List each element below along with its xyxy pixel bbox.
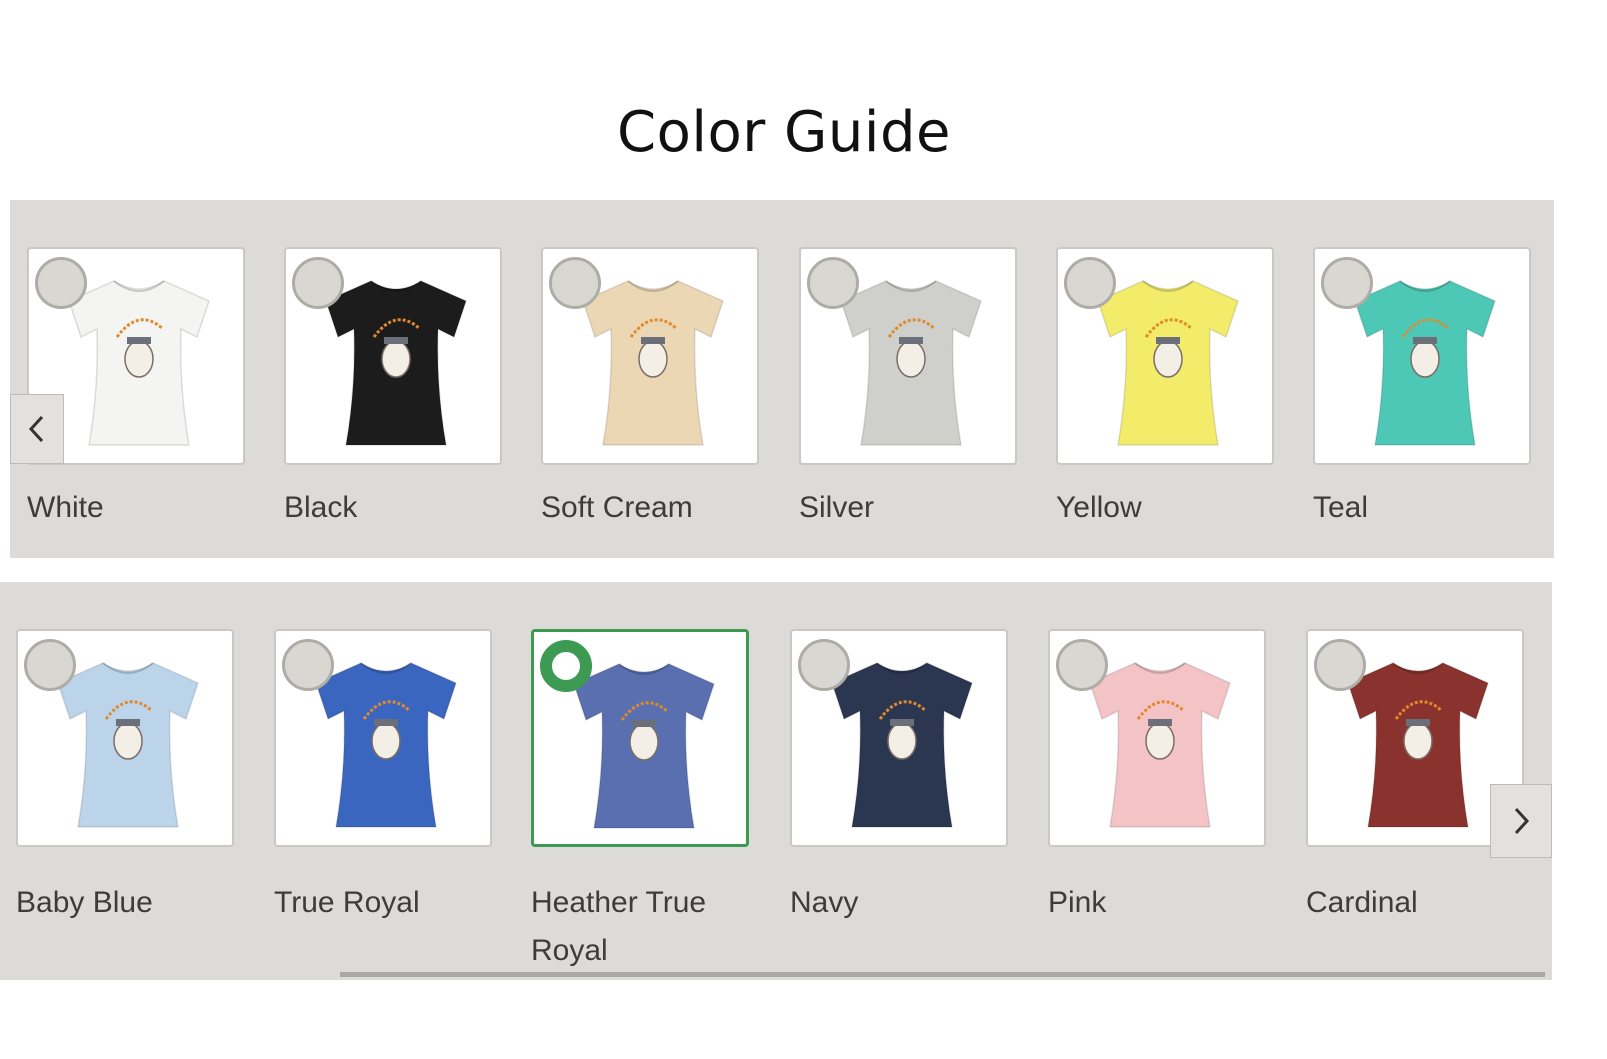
- color-swatch-card[interactable]: [1048, 629, 1266, 847]
- color-swatch-label: Baby Blue: [16, 886, 153, 919]
- color-swatch-card[interactable]: [1313, 247, 1531, 465]
- radio-circle-icon[interactable]: [540, 640, 592, 692]
- radio-circle-icon[interactable]: [1064, 257, 1116, 309]
- color-swatch-label: Soft Cream: [541, 491, 693, 524]
- color-swatch-card[interactable]: [1056, 247, 1274, 465]
- page-title: Color Guide: [617, 99, 951, 165]
- color-swatch-card[interactable]: [541, 247, 759, 465]
- color-swatch-label: Silver: [799, 491, 875, 524]
- color-swatch-label: Black: [284, 491, 358, 524]
- radio-circle-icon[interactable]: [35, 257, 87, 309]
- color-swatch-label: Yellow: [1056, 491, 1142, 524]
- carousel-scrollbar[interactable]: [340, 972, 1545, 977]
- color-swatch-card[interactable]: [799, 247, 1017, 465]
- radio-circle-icon[interactable]: [24, 639, 76, 691]
- carousel-next-button[interactable]: [1490, 784, 1552, 858]
- carousel-prev-button[interactable]: [10, 394, 64, 464]
- color-swatch-label: Navy: [790, 886, 859, 919]
- radio-circle-icon[interactable]: [1056, 639, 1108, 691]
- radio-circle-icon[interactable]: [292, 257, 344, 309]
- color-swatch-label: Teal: [1313, 491, 1369, 524]
- radio-circle-icon[interactable]: [807, 257, 859, 309]
- color-swatch-label: White: [27, 491, 104, 524]
- color-swatch-card[interactable]: [531, 629, 749, 847]
- radio-circle-icon[interactable]: [1321, 257, 1373, 309]
- radio-circle-icon[interactable]: [798, 639, 850, 691]
- color-swatch-card[interactable]: [284, 247, 502, 465]
- color-swatch-label-line: Heather True: [531, 886, 707, 919]
- color-swatch-label: Cardinal: [1306, 886, 1418, 919]
- chevron-left-icon: [28, 415, 44, 443]
- color-swatch-label: Heather True Royal: [531, 879, 761, 975]
- color-swatch-label: Pink: [1048, 886, 1107, 919]
- color-swatch-label: True Royal: [274, 886, 420, 919]
- color-swatch-card[interactable]: [16, 629, 234, 847]
- color-swatch-card[interactable]: [274, 629, 492, 847]
- radio-circle-icon[interactable]: [549, 257, 601, 309]
- color-swatch-card[interactable]: [790, 629, 1008, 847]
- radio-circle-icon[interactable]: [282, 639, 334, 691]
- color-swatch-label-line: Royal: [531, 934, 608, 967]
- chevron-right-icon: [1514, 807, 1530, 835]
- radio-circle-icon[interactable]: [1314, 639, 1366, 691]
